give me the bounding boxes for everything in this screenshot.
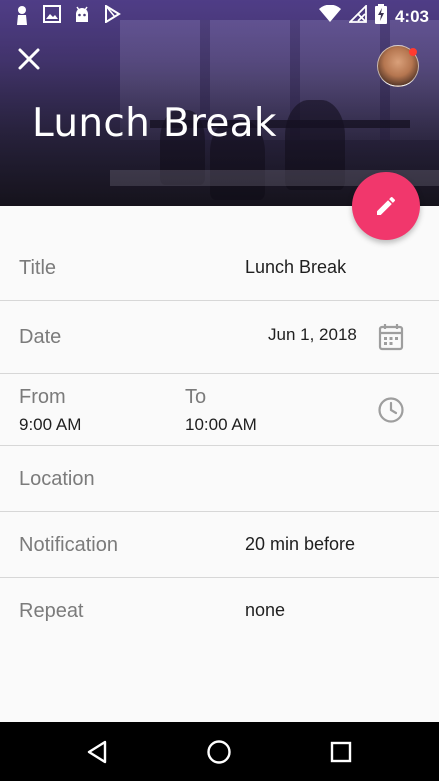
from-time-value[interactable]: 9:00 AM bbox=[19, 414, 81, 436]
close-button[interactable] bbox=[14, 44, 44, 74]
wifi-icon bbox=[318, 4, 341, 28]
repeat-label: Repeat bbox=[19, 600, 84, 622]
status-time: 4:03 bbox=[394, 6, 429, 26]
notification-icons bbox=[12, 4, 122, 31]
edit-button[interactable] bbox=[352, 172, 420, 240]
calendar-icon bbox=[378, 324, 404, 351]
notification-label: Notification bbox=[19, 534, 118, 556]
status-bar: 4:03 bbox=[0, 0, 439, 30]
event-title-heading: Lunch Break bbox=[32, 101, 277, 146]
time-picker-button[interactable] bbox=[377, 396, 405, 424]
home-icon bbox=[207, 740, 231, 764]
system-status-icons: 4:03 bbox=[318, 3, 429, 29]
no-signal-icon bbox=[347, 3, 367, 28]
time-range-row[interactable]: From 9:00 AM To 10:00 AM bbox=[0, 374, 439, 446]
play-store-icon bbox=[102, 4, 122, 31]
person-icon bbox=[12, 5, 32, 31]
from-label: From bbox=[19, 386, 66, 408]
location-row[interactable]: Location bbox=[0, 446, 439, 512]
notification-row[interactable]: Notification 20 min before bbox=[0, 512, 439, 578]
home-button[interactable] bbox=[204, 737, 234, 767]
event-form: Title Lunch Break Date Jun 1, 2018 From … bbox=[0, 206, 439, 644]
system-nav-bar bbox=[0, 722, 439, 781]
battery-charging-icon bbox=[374, 4, 387, 29]
image-icon bbox=[42, 5, 62, 31]
notification-badge bbox=[409, 48, 417, 56]
to-label: To bbox=[185, 386, 207, 408]
to-time-value[interactable]: 10:00 AM bbox=[185, 414, 257, 436]
date-value[interactable]: Jun 1, 2018 bbox=[268, 324, 357, 346]
event-detail-screen: 4:03 Lunch Break Title Lunch Break Date bbox=[0, 0, 439, 781]
back-icon bbox=[87, 740, 107, 764]
notification-value[interactable]: 20 min before bbox=[245, 533, 355, 555]
title-value[interactable]: Lunch Break bbox=[245, 256, 346, 278]
location-label: Location bbox=[19, 468, 95, 490]
date-label: Date bbox=[19, 326, 62, 348]
pencil-icon bbox=[377, 196, 396, 215]
recents-button[interactable] bbox=[326, 737, 356, 767]
recents-icon bbox=[330, 741, 352, 763]
repeat-value[interactable]: none bbox=[245, 599, 285, 621]
date-picker-button[interactable] bbox=[377, 323, 405, 351]
avatar[interactable] bbox=[377, 45, 419, 87]
title-label: Title bbox=[19, 257, 57, 279]
clock-icon bbox=[378, 397, 404, 423]
date-row[interactable]: Date Jun 1, 2018 bbox=[0, 301, 439, 374]
repeat-row[interactable]: Repeat none bbox=[0, 578, 439, 644]
close-icon bbox=[18, 48, 40, 70]
back-button[interactable] bbox=[82, 737, 112, 767]
android-icon bbox=[72, 5, 92, 31]
